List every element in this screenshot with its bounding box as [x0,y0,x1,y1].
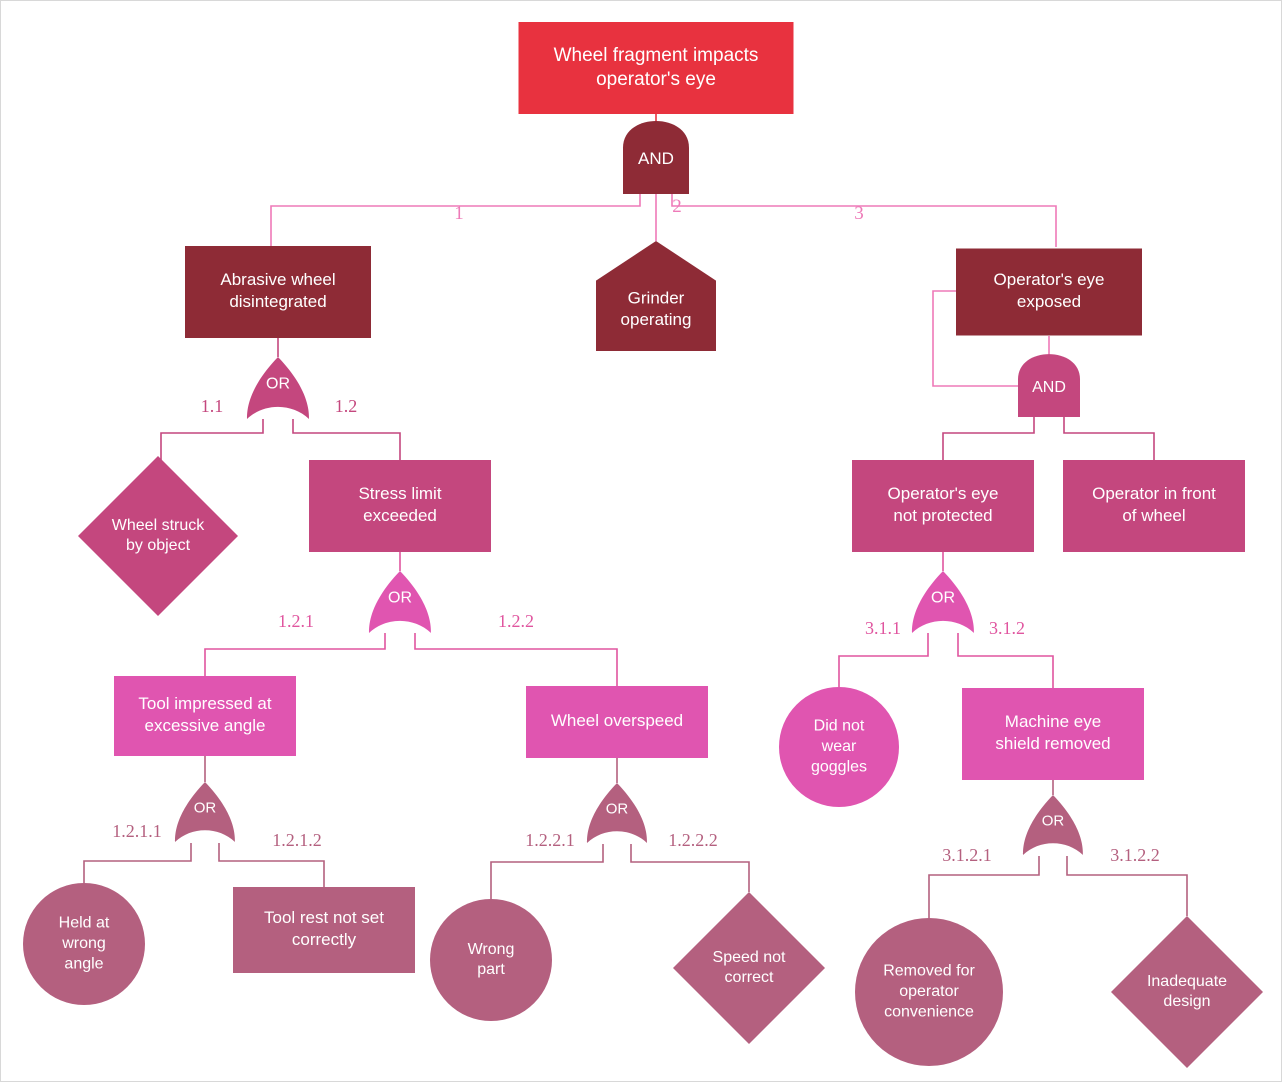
edge-number-e3_1_2: 3.1.2 [989,618,1025,638]
logic-gate-g3-and[interactable]: AND [1018,354,1080,417]
fault-node-n1_2_1_1[interactable]: Held at wrong angle [23,883,145,1005]
edge-number-e1_2_2: 1.2.2 [498,611,534,631]
circle-shape [779,687,899,807]
logic-gate-g3_1-or[interactable]: OR [912,571,974,633]
fault-node-n1_2_2_2[interactable]: Speed not correct [673,892,825,1044]
edge-number-e1_2_1_1: 1.2.1.1 [112,821,162,841]
fault-node-n3_1_2_1[interactable]: Removed for operator convenience [855,918,1003,1066]
fault-node-n3_1_1[interactable]: Did not wear goggles [779,687,899,807]
diamond-shape [1111,916,1263,1068]
fault-node-n3[interactable]: Operator's eye exposed [956,248,1142,336]
circle-shape [855,918,1003,1066]
rect-shape [233,887,415,973]
or-gate-shape [175,782,235,842]
edge-number-e1_2_1_2: 1.2.1.2 [272,830,322,850]
or-gate-shape [369,571,431,633]
logic-gate-g1-or[interactable]: OR [247,357,309,419]
fault-node-n1[interactable]: Abrasive wheel disintegrated [185,246,371,338]
diamond-shape [673,892,825,1044]
fault-node-n3_2[interactable]: Operator in front of wheel [1063,460,1245,552]
fault-tree-canvas: Wheel fragment impacts operator's eye Abra… [0,0,1282,1082]
and-gate-shape [623,121,689,194]
rect-shape [852,460,1034,552]
fault-node-n1_2_1_2[interactable]: Tool rest not set correctly [233,887,415,973]
edge-number-e1_2_2_2: 1.2.2.2 [668,830,718,850]
circle-shape [23,883,145,1005]
edge-number-e2: 2 [672,196,682,217]
connector-c_g312_bus [928,856,1188,918]
rect-shape [309,460,491,552]
logic-gate-g1_2_2-or[interactable]: OR [587,783,647,843]
connector-c_g31_bus [838,633,1054,688]
fault-tree-diagram: Wheel fragment impacts operator's eye Abra… [23,22,1263,1068]
edge-number-e1_2: 1.2 [335,396,358,416]
edge-number-e1_2_1: 1.2.1 [278,611,314,631]
fault-node-n1_1[interactable]: Wheel struck by object [78,456,238,616]
edge-number-e3_1_2_2: 3.1.2.2 [1110,845,1160,865]
logic-gate-g1_2_1-or[interactable]: OR [175,782,235,842]
rect-shape [956,248,1142,336]
fault-node-n1_2_2_1[interactable]: Wrong part [430,899,552,1021]
house-shape [596,241,716,351]
fault-node-n1_2_2[interactable]: Wheel overspeed [526,686,708,758]
or-gate-shape [587,783,647,843]
or-gate-shape [1023,795,1083,855]
edge-number-e3_1_2_1: 3.1.2.1 [942,845,992,865]
rect-shape [962,688,1144,780]
fault-node-n3_1[interactable]: Operator's eye not protected [852,460,1034,552]
or-gate-shape [912,571,974,633]
edge-number-e1_1: 1.1 [201,396,224,416]
fault-node-n3_1_2_2[interactable]: Inadequate design [1111,916,1263,1068]
rect-shape [185,246,371,338]
logic-gate-g1_2-or[interactable]: OR [369,571,431,633]
connector-c_g3_bus [942,417,1155,460]
rect-shape [114,676,296,756]
connector-c_g121_bus [83,843,325,887]
fault-node-n1_2[interactable]: Stress limit exceeded [309,460,491,552]
rect-shape [518,22,794,114]
fault-node-n1_2_1[interactable]: Tool impressed at excessive angle [114,676,296,756]
circle-shape [430,899,552,1021]
edge-number-e3_1_1: 3.1.1 [865,618,901,638]
logic-gate-g3_1_2-or[interactable]: OR [1023,795,1083,855]
connector-c_g122_bus [490,844,750,899]
fault-node-n3_1_2[interactable]: Machine eye shield removed [962,688,1144,780]
diamond-shape [78,456,238,616]
fault-node-n2[interactable]: Grinder operating [596,241,716,351]
connector-c_top_bus [270,194,1057,247]
or-gate-shape [247,357,309,419]
rect-shape [1063,460,1245,552]
and-gate-shape [1018,354,1080,417]
edge-number-e1_2_2_1: 1.2.2.1 [525,830,575,850]
rect-shape [526,686,708,758]
logic-gate-g_top-and[interactable]: AND [623,121,689,194]
fault-node-top[interactable]: Wheel fragment impacts operator's eye [518,22,794,114]
